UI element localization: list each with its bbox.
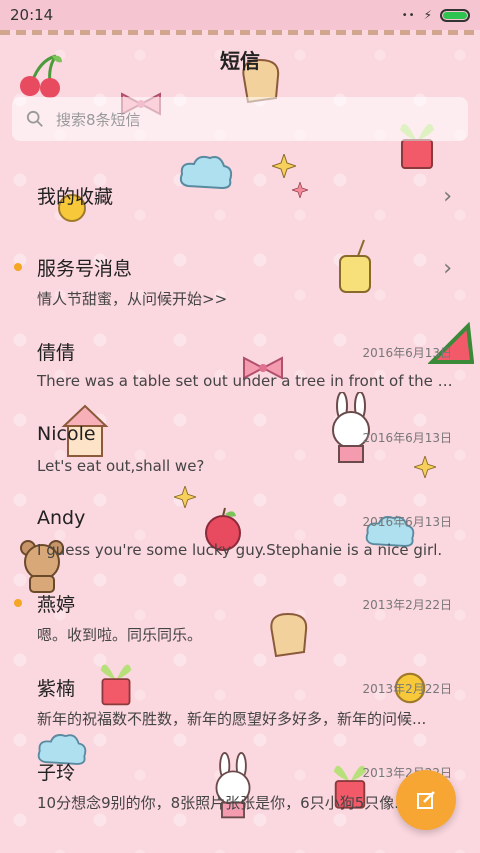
conversation-preview: 10分想念9别的你，8张照片张张是你，6只小狗5只像... — [37, 794, 409, 812]
status-bar: 20:14 •• ⚡ — [0, 0, 480, 30]
charging-icon: ⚡ — [423, 8, 432, 22]
list-item[interactable]: 倩倩 2016年6月13日 There was a table set out … — [0, 338, 480, 408]
battery-icon — [440, 8, 470, 22]
conversation-date: 2013年2月22日 — [362, 598, 452, 612]
conversation-name: 燕婷 — [37, 594, 76, 616]
unread-dot — [14, 263, 22, 271]
search-input[interactable]: 搜索8条短信 — [12, 97, 468, 141]
conversation-preview: I guess you're some lucky guy.Stephanie … — [37, 541, 443, 559]
conversation-preview: 嗯。收到啦。同乐同乐。 — [37, 626, 203, 644]
list-item[interactable]: Nicole 2016年6月13日 Let's eat out,shall we… — [0, 423, 480, 493]
search-placeholder: 搜索8条短信 — [56, 110, 141, 129]
compose-button[interactable] — [396, 770, 456, 830]
unread-dot — [14, 599, 22, 607]
search-icon — [26, 110, 43, 127]
conversation-name: 倩倩 — [37, 342, 76, 364]
status-time: 20:14 — [10, 6, 54, 24]
chevron-right-icon: › — [443, 256, 452, 281]
sparkle-icon — [270, 152, 298, 182]
compose-icon — [417, 791, 435, 809]
list-item-favorites[interactable]: 我的收藏 › — [0, 182, 480, 252]
conversation-preview: There was a table set out under a tree i… — [37, 372, 457, 390]
conversation-name: Andy — [37, 507, 86, 529]
conversation-date: 2013年2月22日 — [362, 682, 452, 696]
conversation-name: Nicole — [37, 423, 96, 445]
conversation-name: 服务号消息 — [37, 258, 133, 280]
status-icons: •• ⚡ — [402, 8, 470, 22]
conversation-date: 2016年6月13日 — [362, 346, 452, 360]
decorative-dashed-line — [0, 30, 480, 35]
list-item[interactable]: 紫楠 2013年2月22日 新年的祝福数不胜数，新年的愿望好多好多，新年的问候.… — [0, 674, 480, 744]
conversation-name: 紫楠 — [37, 678, 76, 700]
conversation-name: 子玲 — [37, 762, 76, 784]
page-title: 短信 — [220, 49, 260, 73]
conversation-date: 2016年6月13日 — [362, 431, 452, 445]
conversation-date: 2016年6月13日 — [362, 515, 452, 529]
conversation-preview: 新年的祝福数不胜数，新年的愿望好多好多，新年的问候... — [37, 710, 427, 728]
list-item[interactable]: 燕婷 2013年2月22日 嗯。收到啦。同乐同乐。 — [0, 590, 480, 660]
list-item-service-messages[interactable]: 服务号消息 › 情人节甜蜜，从问候开始>> — [0, 254, 480, 324]
list-item[interactable]: Andy 2016年6月13日 I guess you're some luck… — [0, 507, 480, 577]
conversation-preview: 情人节甜蜜，从问候开始>> — [37, 290, 228, 308]
chevron-right-icon: › — [443, 184, 452, 209]
conversation-name: 我的收藏 — [37, 186, 114, 208]
conversation-preview: Let's eat out,shall we? — [37, 457, 205, 475]
signal-dots-icon: •• — [401, 9, 416, 21]
